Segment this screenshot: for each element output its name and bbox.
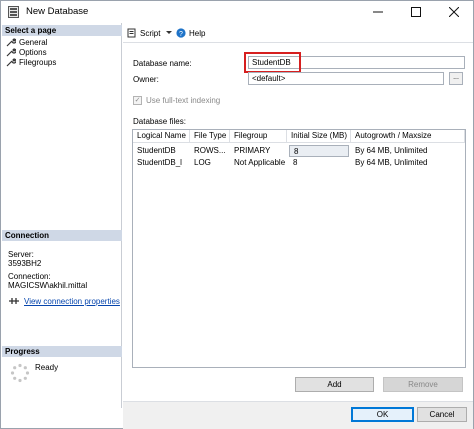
column-header[interactable]: Filegroup — [230, 130, 287, 143]
table-cell[interactable]: ROWS... — [190, 145, 230, 157]
left-pane: Select a page General Options Filegroups… — [2, 23, 122, 408]
page-item-label: Filegroups — [19, 57, 57, 67]
database-files-label: Database files: — [133, 117, 186, 126]
svg-text:?: ? — [179, 31, 183, 38]
wrench-icon — [6, 37, 16, 46]
progress-spinner-icon — [10, 363, 30, 383]
column-header[interactable]: Logical Name — [133, 130, 190, 143]
table-cell[interactable]: Not Applicable — [230, 157, 287, 169]
database-files-grid[interactable]: Logical Name File Type Filegroup Initial… — [132, 129, 466, 368]
table-cell[interactable]: PRIMARY — [230, 145, 287, 157]
minimize-button[interactable] — [359, 1, 397, 23]
fulltext-label: Use full-text indexing — [146, 96, 221, 105]
connection-properties-icon — [9, 298, 19, 304]
database-name-label: Database name: — [133, 59, 192, 68]
table-cell[interactable]: By 64 MB, Unlimited — [351, 157, 465, 169]
cancel-button[interactable]: Cancel — [417, 407, 467, 422]
table-cell[interactable]: StudentDB — [133, 145, 190, 157]
progress-header: Progress — [2, 346, 122, 357]
toolbar: Script ? Help — [123, 23, 473, 43]
server-label: Server: — [8, 250, 34, 259]
title-bar: New Database — [1, 1, 473, 23]
ok-button[interactable]: OK — [351, 407, 414, 422]
database-icon — [8, 6, 19, 18]
view-connection-properties[interactable]: View connection properties — [8, 297, 120, 306]
window-title: New Database — [26, 6, 89, 17]
server-value: 3593BH2 — [8, 259, 42, 268]
new-database-window: New Database Select a page General Optio… — [0, 0, 474, 429]
help-button[interactable]: ? Help — [176, 28, 205, 38]
wrench-icon — [6, 47, 16, 56]
column-header[interactable]: Initial Size (MB) — [287, 130, 351, 143]
script-icon — [127, 28, 136, 38]
owner-browse-button[interactable]: ... — [449, 72, 463, 85]
connection-value: MAGICSW\akhil.mittal — [8, 281, 88, 290]
maximize-button[interactable] — [397, 1, 435, 23]
help-label: Help — [189, 28, 206, 38]
connection-label: Connection: — [8, 272, 51, 281]
add-button[interactable]: Add — [295, 377, 374, 392]
page-item-options[interactable]: Options — [6, 47, 47, 57]
close-button[interactable] — [435, 1, 473, 23]
page-item-filegroups[interactable]: Filegroups — [6, 57, 56, 67]
script-button[interactable]: Script — [127, 28, 173, 38]
close-icon — [449, 7, 459, 17]
view-connection-link[interactable]: View connection properties — [24, 297, 120, 306]
column-header[interactable]: Autogrowth / Maxsize — [351, 130, 465, 143]
owner-input[interactable]: <default> — [248, 72, 444, 85]
script-label: Script — [140, 28, 161, 38]
table-cell[interactable]: 8 — [289, 157, 349, 169]
table-cell[interactable]: StudentDB_l — [133, 157, 190, 169]
progress-status: Ready — [35, 363, 59, 372]
connection-header: Connection — [2, 230, 122, 241]
minimize-icon — [373, 11, 383, 13]
remove-button[interactable]: Remove — [383, 377, 463, 392]
fulltext-checkbox[interactable]: ✓ — [133, 96, 142, 105]
select-page-header: Select a page — [2, 25, 122, 36]
table-cell[interactable]: By 64 MB, Unlimited — [351, 145, 465, 157]
page-item-general[interactable]: General — [6, 37, 47, 47]
table-cell[interactable]: LOG — [190, 157, 230, 169]
page-item-label: Options — [19, 47, 47, 57]
highlight-box — [244, 52, 301, 73]
help-icon: ? — [176, 28, 186, 38]
table-cell[interactable]: 8 — [289, 145, 349, 157]
owner-label: Owner: — [133, 75, 159, 84]
maximize-icon — [411, 7, 421, 17]
page-item-label: General — [19, 37, 48, 47]
column-header[interactable]: File Type — [190, 130, 230, 143]
wrench-icon — [6, 57, 16, 66]
chevron-down-icon — [166, 31, 173, 34]
